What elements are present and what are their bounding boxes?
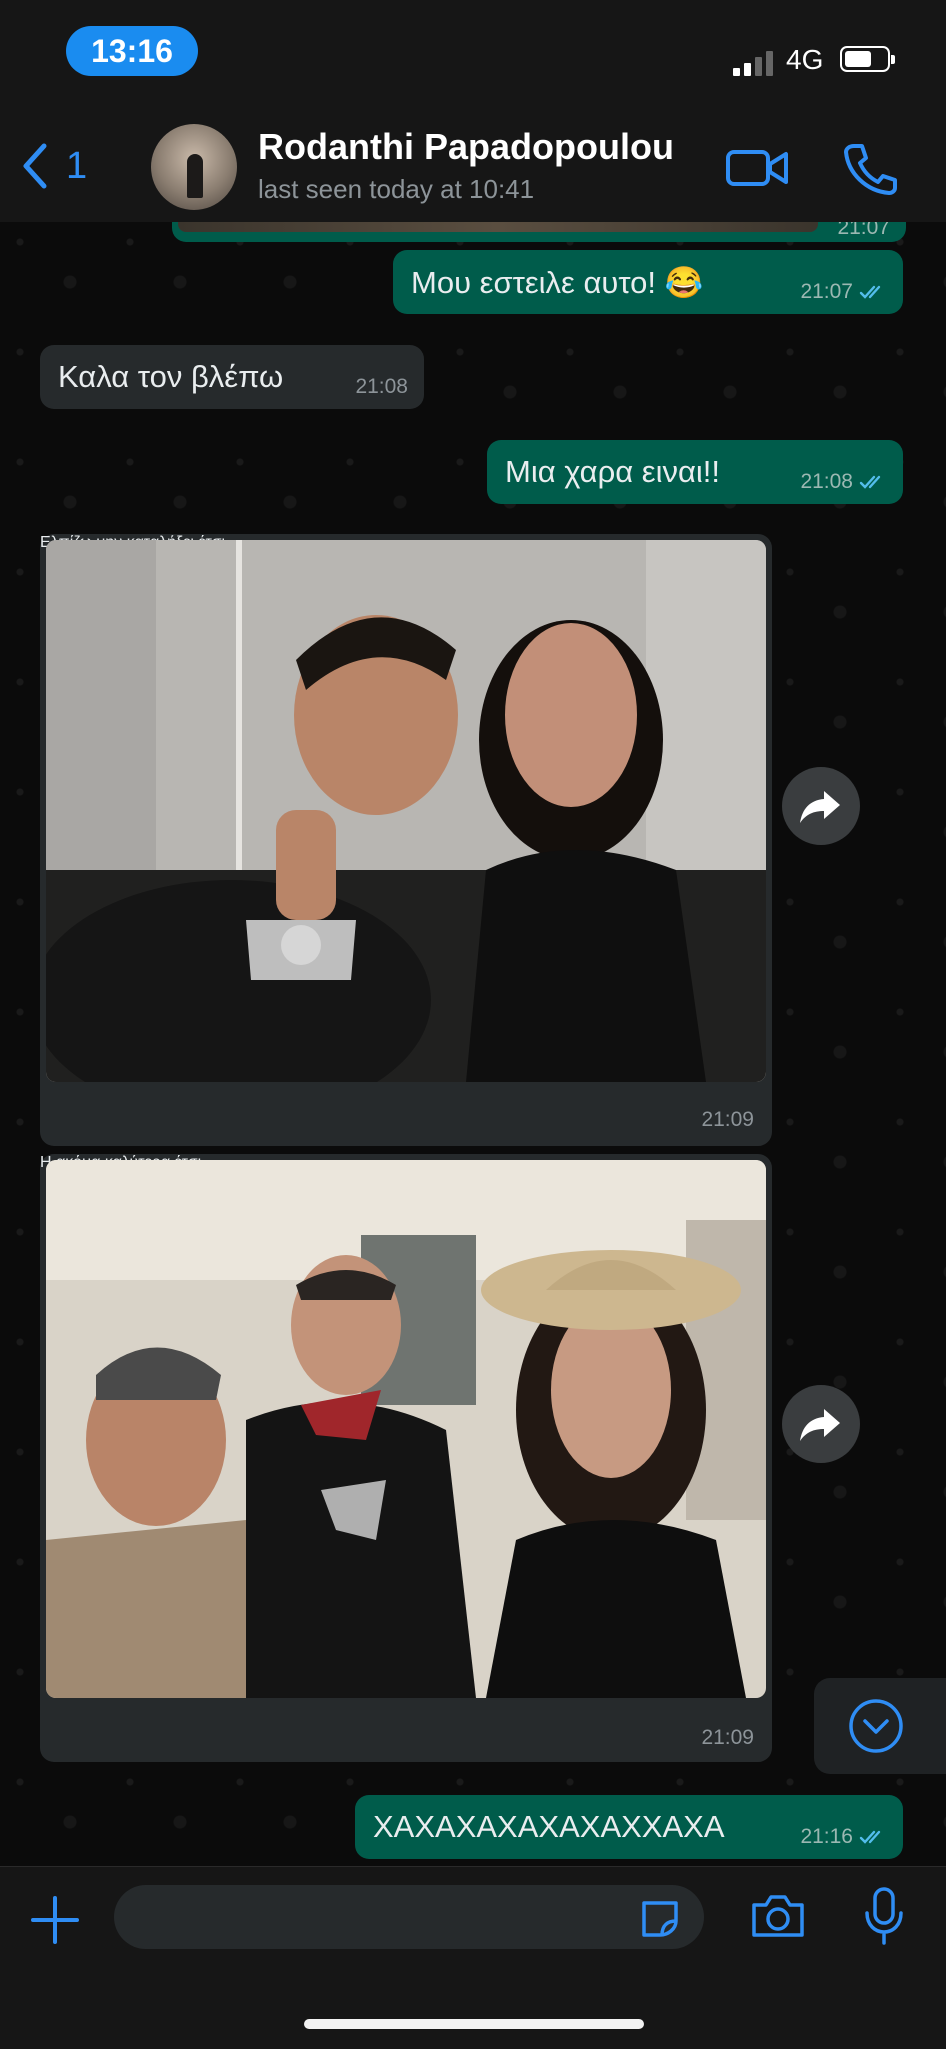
read-receipt-icon	[859, 285, 881, 299]
sticker-icon[interactable]	[638, 1897, 682, 1939]
message-text: ΧΑΧΑΧΑΧΑΧΑΧΑΧΧΑΧΑ	[373, 1809, 725, 1844]
incoming-message[interactable]: Καλα τον βλέπω 21:08	[40, 345, 424, 409]
back-chevron-icon	[23, 143, 47, 189]
message-meta: 21:07	[800, 280, 887, 304]
message-meta: 21:16	[800, 1825, 887, 1849]
battery-icon	[840, 46, 895, 72]
message-time: 21:09	[701, 1108, 754, 1131]
microphone-icon[interactable]	[862, 1885, 906, 1947]
status-time[interactable]: 13:16	[66, 26, 198, 76]
message-meta: 21:08	[355, 375, 408, 399]
back-button[interactable]: 1	[18, 140, 87, 192]
forward-icon	[800, 1409, 840, 1441]
camera-icon[interactable]	[750, 1891, 806, 1941]
outgoing-message[interactable]: ΧΑΧΑΧΑΧΑΧΑΧΑΧΧΑΧΑ 21:16	[355, 1795, 903, 1859]
photo-image[interactable]	[46, 540, 766, 1082]
forward-icon	[800, 791, 840, 823]
message-time: 21:08	[355, 375, 408, 398]
message-time: 21:07	[837, 222, 890, 239]
partial-photo	[178, 222, 818, 232]
photo-image[interactable]	[46, 1160, 766, 1698]
video-call-icon[interactable]	[724, 140, 790, 196]
read-receipt-icon	[859, 475, 881, 489]
photo-illustration	[46, 1160, 766, 1698]
scroll-down-icon	[849, 1699, 903, 1753]
chat-area[interactable]: 21:07 Μου εστειλε αυτο! 😂 21:07 Καλα τον…	[0, 222, 946, 1866]
message-text: Μια χαρα ειναι!!	[505, 454, 721, 489]
status-bar: 13:16 4G	[0, 0, 946, 110]
message-meta: 21:08	[800, 470, 887, 494]
network-type: 4G	[786, 44, 824, 75]
message-text: Καλα τον βλέπω	[58, 359, 284, 394]
voice-call-icon[interactable]	[840, 140, 900, 196]
plus-icon[interactable]	[28, 1893, 82, 1947]
outgoing-message[interactable]: Μου εστειλε αυτο! 😂 21:07	[393, 250, 903, 314]
message-time: 21:09	[701, 1726, 754, 1749]
chat-header: 1 Rodanthi Papadopoulou last seen today …	[0, 110, 946, 223]
read-receipt-icon	[859, 1830, 881, 1844]
photo-illustration	[46, 540, 766, 1082]
unread-count: 1	[66, 144, 88, 187]
message-composer	[0, 1866, 946, 2049]
outgoing-message[interactable]: Μια χαρα ειναι!! 21:08	[487, 440, 903, 504]
message-input[interactable]	[114, 1885, 704, 1949]
incoming-photo-message[interactable]: Ελπίζω μην καταλήξει έτσι 21:09	[40, 534, 772, 1146]
message-time: 21:16	[800, 1825, 853, 1848]
forward-button[interactable]	[782, 1385, 860, 1463]
message-time: 21:07	[800, 280, 853, 303]
partial-previous-message[interactable]: 21:07	[172, 222, 906, 242]
scroll-to-bottom-button[interactable]	[814, 1678, 946, 1774]
message-text: Μου εστειλε αυτο! 😂	[411, 265, 704, 300]
last-seen-status: last seen today at 10:41	[258, 174, 535, 204]
home-indicator[interactable]	[304, 2019, 644, 2029]
incoming-photo-message[interactable]: Η ακόμα καλύτερα έτσι 21:09	[40, 1154, 772, 1762]
forward-button[interactable]	[782, 767, 860, 845]
contact-name[interactable]: Rodanthi Papadopoulou	[258, 126, 674, 168]
signal-strength-icon	[733, 48, 773, 76]
message-time: 21:08	[800, 470, 853, 493]
contact-avatar[interactable]	[151, 124, 237, 210]
